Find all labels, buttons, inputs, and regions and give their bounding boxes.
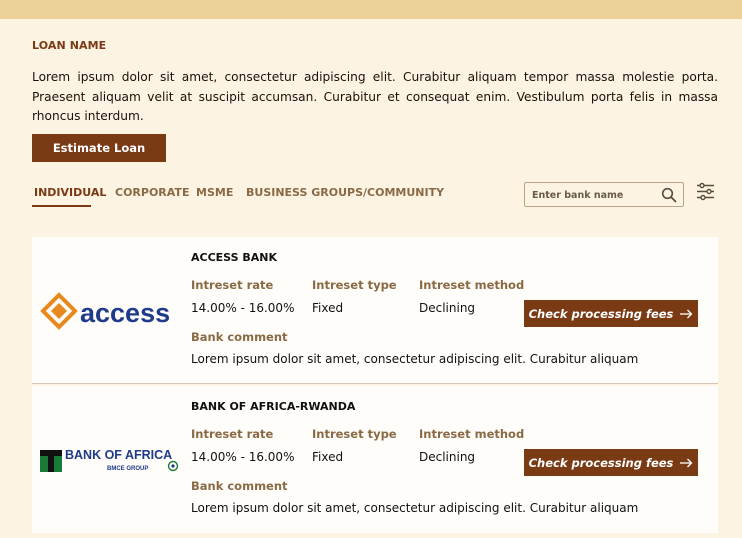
- tab-business-groups[interactable]: BUSINESS GROUPS/COMMUNITY: [246, 186, 444, 199]
- check-processing-fees-button[interactable]: Check processing fees: [524, 300, 698, 327]
- check-processing-fees-button[interactable]: Check processing fees: [524, 449, 698, 476]
- bank-of-africa-logo: BANK OF AFRICA BMCE GROUP: [40, 448, 179, 472]
- check-fees-label: Check processing fees: [528, 306, 674, 321]
- interest-type-value: Fixed: [312, 301, 344, 315]
- interest-rate-label: Intreset rate: [191, 278, 274, 292]
- bank-name: BANK OF AFRICA-RWANDA: [191, 400, 356, 413]
- interest-method-value: Declining: [419, 450, 476, 464]
- tab-corporate[interactable]: CORPORATE: [115, 186, 189, 199]
- tab-msme[interactable]: MSME: [196, 186, 233, 199]
- bank-comment-text: Lorem ipsum dolor sit amet, consectetur …: [191, 352, 639, 366]
- access-logo-text: access: [80, 298, 170, 328]
- active-tab-indicator: [32, 205, 91, 207]
- bank-comment-label: Bank comment: [191, 479, 288, 493]
- bank-comment-text: Lorem ipsum dolor sit amet, consectetur …: [191, 501, 639, 515]
- bank-search: [524, 182, 684, 207]
- search-icon[interactable]: [661, 187, 677, 203]
- top-bar: [0, 0, 742, 19]
- arrow-right-icon: [680, 458, 693, 467]
- arrow-right-icon: [680, 309, 693, 318]
- interest-rate-value: 14.00% - 16.00%: [191, 301, 295, 315]
- bank-comment-label: Bank comment: [191, 330, 288, 344]
- sliders-icon[interactable]: [696, 182, 715, 201]
- bank-name: ACCESS BANK: [191, 251, 277, 264]
- interest-rate-value: 14.00% - 16.00%: [191, 450, 295, 464]
- tab-individual[interactable]: INDIVIDUAL: [34, 186, 106, 199]
- check-fees-label: Check processing fees: [528, 455, 674, 470]
- access-bank-logo: access: [40, 292, 170, 330]
- interest-type-value: Fixed: [312, 450, 344, 464]
- interest-type-label: Intreset type: [312, 427, 397, 441]
- interest-type-label: Intreset type: [312, 278, 397, 292]
- bank-card: BANK OF AFRICA BMCE GROUP BANK OF AFRICA…: [32, 386, 718, 533]
- interest-method-label: Intreset method: [419, 278, 525, 292]
- boa-logo-subtext: BMCE GROUP: [107, 466, 148, 472]
- interest-method-label: Intreset method: [419, 427, 525, 441]
- bank-search-input[interactable]: [532, 187, 657, 203]
- interest-rate-label: Intreset rate: [191, 427, 274, 441]
- boa-logo-text: BANK OF AFRICA: [65, 448, 172, 462]
- loan-description: Lorem ipsum dolor sit amet, consectetur …: [32, 70, 718, 123]
- bank-card: access ACCESS BANK Intreset rate Intrese…: [32, 237, 718, 384]
- estimate-loan-button[interactable]: Estimate Loan: [32, 134, 166, 162]
- page-title: LOAN NAME: [32, 39, 107, 52]
- interest-method-value: Declining: [419, 301, 476, 315]
